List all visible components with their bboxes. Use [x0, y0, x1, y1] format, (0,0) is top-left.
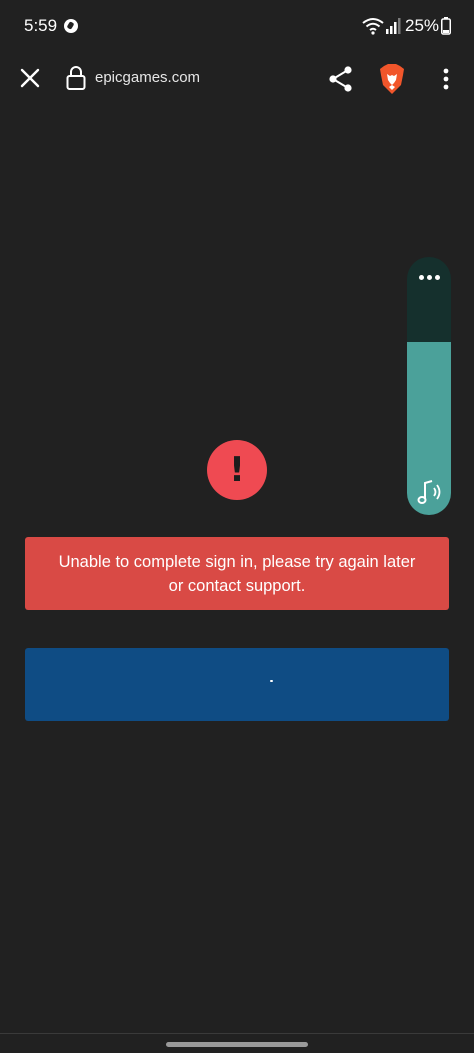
- battery-percent: 25%: [405, 16, 440, 35]
- brave-icon[interactable]: [378, 63, 406, 95]
- error-icon-glyph: !: [229, 450, 245, 490]
- status-bar: 5:59 25%: [0, 0, 474, 52]
- browser-toolbar: epicgames.com: [0, 52, 474, 106]
- error-message: Unable to complete sign in, please try a…: [58, 552, 416, 595]
- more-horiz-icon[interactable]: [407, 267, 451, 289]
- battery-icon: [441, 17, 451, 35]
- share-icon[interactable]: [328, 65, 354, 93]
- error-banner: Unable to complete sign in, please try a…: [25, 537, 449, 610]
- close-icon[interactable]: [18, 66, 42, 90]
- error-icon: !: [207, 440, 267, 500]
- action-button[interactable]: [25, 648, 449, 721]
- media-volume-icon: [417, 480, 441, 504]
- wifi-icon: [362, 18, 384, 35]
- divider: [0, 1033, 474, 1034]
- notification-icon: [64, 19, 78, 33]
- loading-indicator: [270, 680, 273, 682]
- lock-icon: [66, 66, 86, 90]
- status-time: 5:59: [24, 16, 58, 35]
- volume-slider[interactable]: [407, 257, 451, 515]
- signal-icon: [386, 18, 401, 34]
- home-indicator[interactable]: [166, 1042, 308, 1047]
- screen: 5:59 25% epicgames.com ! Unable to compl…: [0, 0, 474, 1053]
- url-display[interactable]: epicgames.com: [95, 69, 200, 86]
- more-vert-icon[interactable]: [436, 67, 456, 91]
